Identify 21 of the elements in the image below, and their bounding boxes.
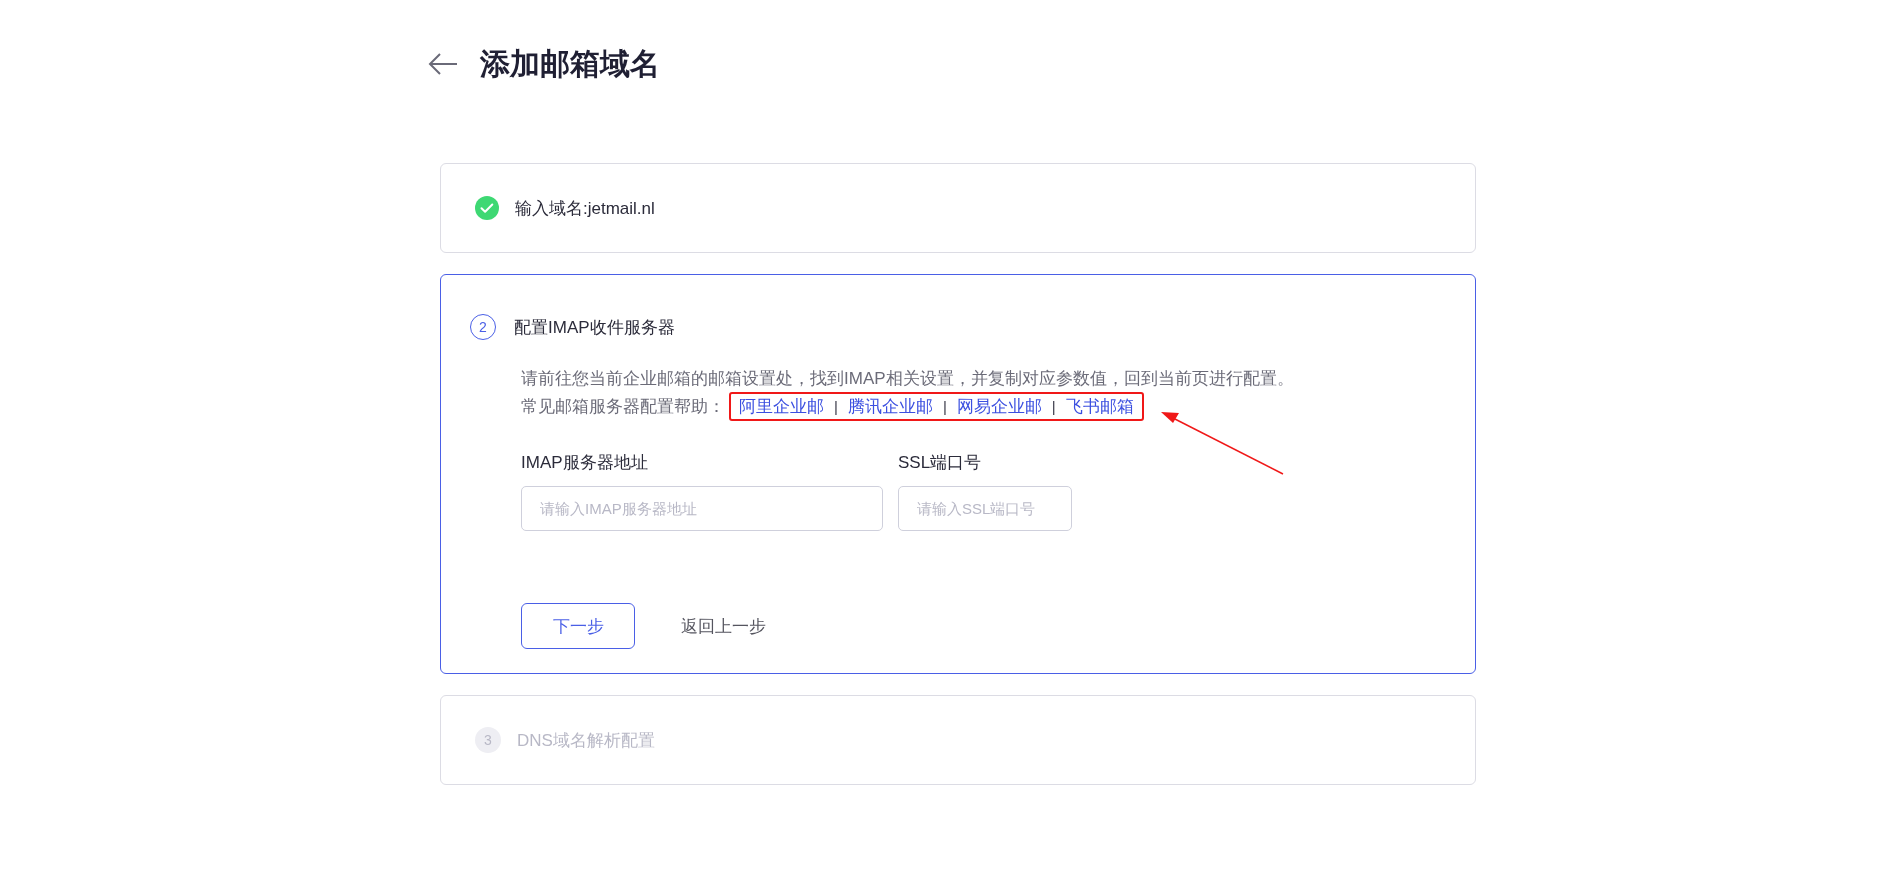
help-label: 常见邮箱服务器配置帮助：: [521, 396, 725, 418]
step-title: 配置IMAP收件服务器: [514, 316, 675, 339]
back-button[interactable]: 返回上一步: [675, 614, 772, 638]
step-title: 输入域名:jetmail.nl: [515, 197, 655, 220]
next-button[interactable]: 下一步: [521, 603, 635, 649]
help-link[interactable]: 网易企业邮: [956, 395, 1042, 418]
page-title: 添加邮箱域名: [480, 45, 660, 82]
instruction-text: 请前往您当前企业邮箱的邮箱设置处，找到IMAP相关设置，并复制对应参数值，回到当前页进行配置。: [521, 368, 1295, 390]
input-field[interactable]: 请输入SSL端口号: [898, 486, 1072, 531]
input-field[interactable]: 请输入IMAP服务器地址: [521, 486, 883, 531]
field-label: IMAP服务器地址: [521, 452, 649, 474]
link-separator: |: [1051, 398, 1056, 415]
link-separator: |: [834, 398, 838, 415]
step-title: DNS域名解析配置: [517, 729, 655, 752]
help-link[interactable]: 阿里企业邮: [739, 395, 824, 418]
help-link[interactable]: 腾讯企业邮: [847, 395, 933, 418]
help-link[interactable]: 飞书邮箱: [1065, 395, 1134, 418]
back-arrow-icon[interactable]: [428, 52, 458, 76]
link-separator: |: [942, 398, 947, 415]
field-label: SSL端口号: [898, 452, 983, 474]
check-icon: [475, 196, 499, 220]
